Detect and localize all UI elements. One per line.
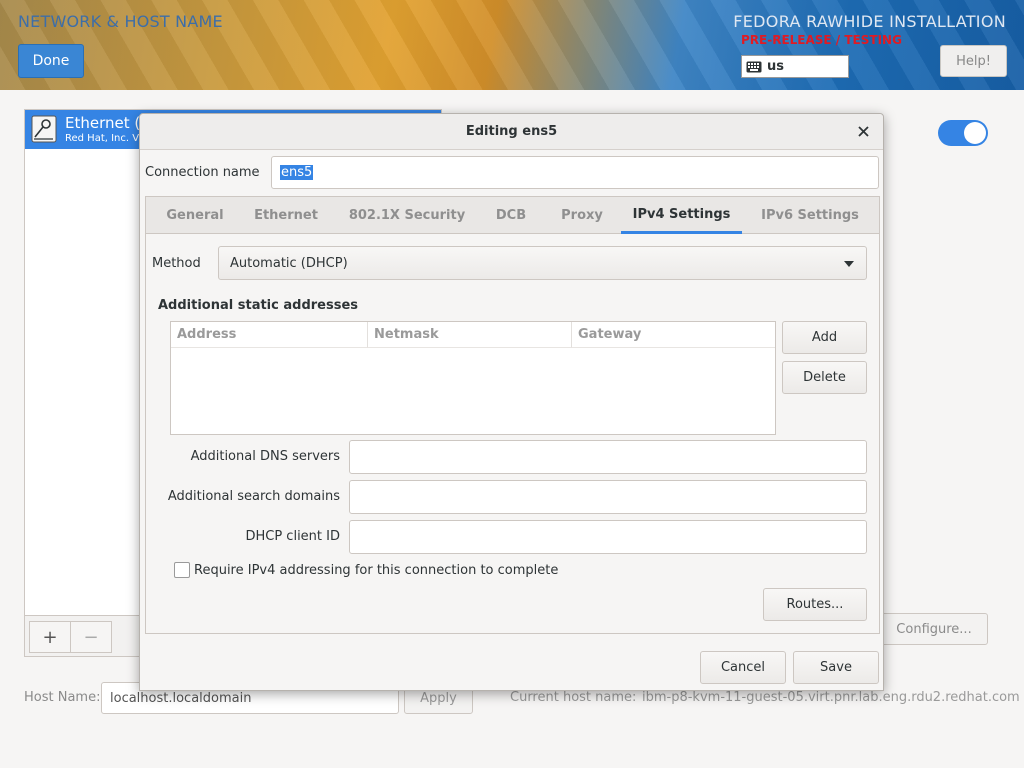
- dns-servers-label: Additional DNS servers: [190, 449, 340, 464]
- connection-name-label: Connection name: [145, 165, 260, 180]
- add-address-button[interactable]: Add: [782, 321, 867, 354]
- require-ipv4-checkbox[interactable]: [174, 562, 190, 578]
- help-button[interactable]: Help!: [940, 45, 1007, 77]
- keyboard-layout-label: us: [767, 59, 784, 74]
- tab-8021x-security[interactable]: 802.1X Security: [341, 197, 473, 234]
- tab-general[interactable]: General: [156, 197, 234, 234]
- toggle-knob: [964, 122, 986, 144]
- tab-ethernet[interactable]: Ethernet: [245, 197, 327, 234]
- product-title: FEDORA RAWHIDE INSTALLATION: [733, 12, 1006, 31]
- edit-connection-dialog: Editing ens5 Connection name ens5 Genera…: [139, 113, 884, 691]
- current-hostname-value: ibm-p8-kvm-11-guest-05.virt.pnr.lab.eng.…: [642, 690, 1020, 705]
- routes-button[interactable]: Routes...: [763, 588, 867, 621]
- tab-proxy[interactable]: Proxy: [550, 197, 614, 234]
- search-domains-input[interactable]: [349, 480, 867, 514]
- close-icon[interactable]: [855, 123, 871, 139]
- connection-name-input[interactable]: ens5: [271, 156, 879, 189]
- save-button[interactable]: Save: [793, 651, 879, 684]
- dialog-titlebar: Editing ens5: [140, 114, 883, 150]
- header-bar: NETWORK & HOST NAME Done FEDORA RAWHIDE …: [0, 0, 1024, 90]
- column-header-netmask[interactable]: Netmask: [368, 322, 572, 348]
- chevron-down-icon: [844, 261, 854, 267]
- tab-bar: General Ethernet 802.1X Security DCB Pro…: [146, 197, 879, 234]
- spoke-title: NETWORK & HOST NAME: [18, 12, 223, 31]
- current-hostname-label: Current host name:: [510, 690, 637, 705]
- require-ipv4-label[interactable]: Require IPv4 addressing for this connect…: [194, 563, 558, 578]
- add-device-button[interactable]: +: [29, 621, 71, 653]
- dhcp-client-id-label: DHCP client ID: [245, 529, 340, 544]
- remove-device-button[interactable]: −: [70, 621, 112, 653]
- search-domains-label: Additional search domains: [167, 489, 340, 504]
- method-value: Automatic (DHCP): [230, 255, 348, 271]
- dhcp-client-id-input[interactable]: [349, 520, 867, 554]
- done-button[interactable]: Done: [18, 44, 84, 78]
- dns-servers-input[interactable]: [349, 440, 867, 474]
- method-dropdown[interactable]: Automatic (DHCP): [218, 246, 867, 280]
- device-toggle[interactable]: [938, 120, 988, 146]
- static-addresses-table[interactable]: Address Netmask Gateway: [170, 321, 776, 435]
- connection-name-value: ens5: [280, 165, 314, 180]
- hostname-label: Host Name:: [24, 690, 101, 705]
- tab-ipv4-settings[interactable]: IPv4 Settings: [621, 197, 742, 234]
- delete-address-button[interactable]: Delete: [782, 361, 867, 394]
- column-header-gateway[interactable]: Gateway: [572, 322, 775, 348]
- keyboard-layout-indicator[interactable]: us: [741, 55, 849, 78]
- tab-ipv6-settings[interactable]: IPv6 Settings: [749, 197, 871, 234]
- method-label: Method: [152, 256, 201, 271]
- column-header-address[interactable]: Address: [171, 322, 368, 348]
- configure-button[interactable]: Configure...: [880, 613, 988, 645]
- tab-dcb[interactable]: DCB: [486, 197, 536, 234]
- prerelease-label: PRE-RELEASE / TESTING: [741, 33, 902, 47]
- keyboard-icon: [746, 61, 762, 72]
- ethernet-icon: [31, 115, 57, 143]
- cancel-button[interactable]: Cancel: [700, 651, 786, 684]
- static-addresses-heading: Additional static addresses: [158, 298, 359, 313]
- dialog-title: Editing ens5: [465, 124, 558, 139]
